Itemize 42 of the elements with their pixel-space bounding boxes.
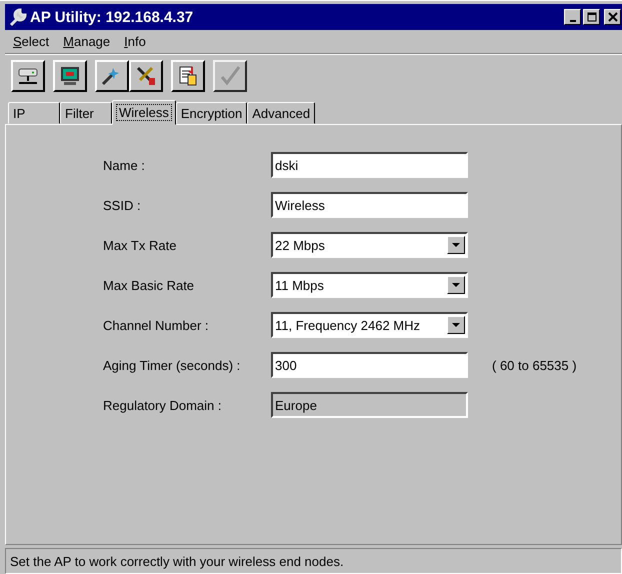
input-field[interactable]: Wireless [271,192,468,218]
maximize-button[interactable] [583,9,600,25]
menu-item[interactable]: Manage [63,34,110,49]
tab[interactable]: Encryption [176,102,248,124]
field-label: Channel Number : [103,318,210,332]
wand-button[interactable] [95,60,129,92]
minimize-icon [570,20,576,22]
menu-item[interactable]: Info [124,34,146,49]
tools-button[interactable] [129,60,163,92]
tab[interactable]: Wireless [112,100,176,125]
dropdown[interactable]: 11, Frequency 2462 MHz [271,312,468,338]
dropdown-arrow-icon[interactable] [447,276,465,294]
minimize-button[interactable] [564,9,581,25]
dropdown-arrow-icon[interactable] [447,236,465,254]
range-hint: ( 60 to 65535 ) [492,358,578,372]
monitor-icon [58,64,82,88]
field-label: Name : [103,158,146,172]
field-label: Regulatory Domain : [103,398,222,412]
monitor-button[interactable] [53,60,87,92]
network-device-button[interactable] [11,60,45,92]
close-icon [608,12,618,22]
paste-button[interactable] [171,60,205,92]
field-label: Max Tx Rate [103,238,178,252]
status-bar: Set the AP to work correctly with your wireless end nodes. [5,548,622,574]
input-field[interactable]: 300 [271,352,468,378]
field-label: SSID : [103,198,142,212]
check-icon [218,64,242,88]
field-label: Aging Timer (seconds) : [103,358,242,372]
dropdown[interactable]: 22 Mbps [271,232,468,258]
dropdown-arrow-icon[interactable] [447,316,465,334]
close-button[interactable] [604,9,621,25]
maximize-icon [586,12,596,22]
menu-item[interactable]: Select [13,34,50,49]
tab[interactable]: IP [8,102,60,124]
window-title: AP Utility: 192.168.4.37 [30,8,194,26]
wrench-icon [8,7,28,27]
field-label: Max Basic Rate [103,278,196,292]
tab[interactable]: Advanced [247,102,316,124]
tools-icon [134,64,158,88]
tab[interactable]: Filter [60,102,112,124]
input-field[interactable]: dski [271,152,468,178]
dropdown[interactable]: 11 Mbps [271,272,468,298]
